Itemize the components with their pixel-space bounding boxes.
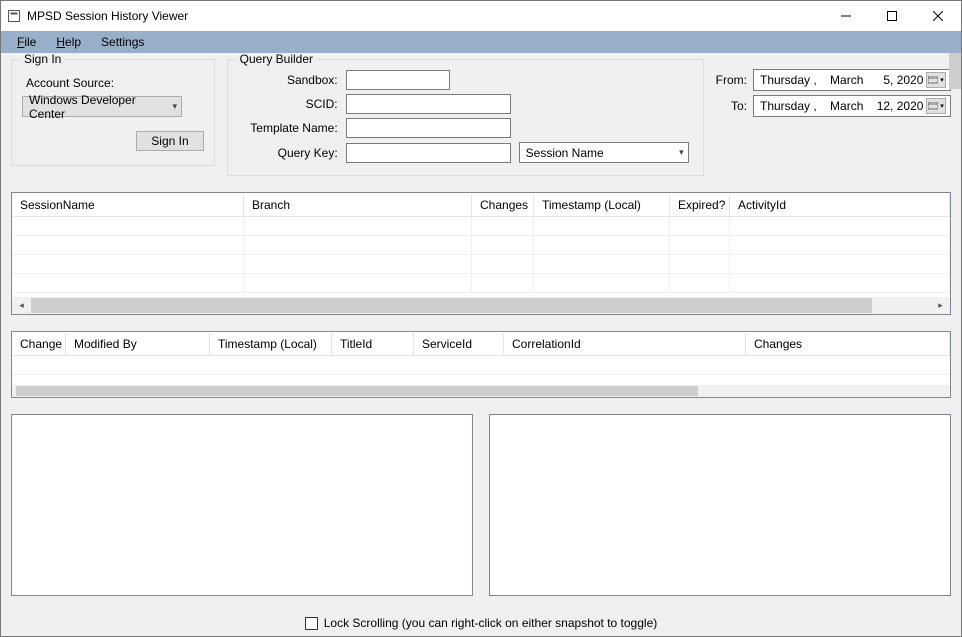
menubar: File Help Settings <box>1 31 961 53</box>
template-input[interactable] <box>346 118 511 138</box>
col2-modifiedby[interactable]: Modified By <box>66 333 210 355</box>
menu-help-rest: elp <box>65 35 81 49</box>
scid-input[interactable] <box>346 94 511 114</box>
querybuilder-group: Query Builder Sandbox: SCID: Template Na… <box>227 59 704 176</box>
sessions-grid-body <box>12 217 950 297</box>
table-row[interactable] <box>12 255 950 274</box>
maximize-button[interactable] <box>869 1 915 31</box>
scroll-left-icon[interactable]: ◂ <box>14 298 29 313</box>
minimize-button[interactable] <box>823 1 869 31</box>
from-date-value: Thursday , March 5, 2020 <box>760 73 923 87</box>
col-changes[interactable]: Changes <box>472 194 534 216</box>
signin-button[interactable]: Sign In <box>136 131 203 151</box>
sandbox-input[interactable] <box>346 70 450 90</box>
to-label: To: <box>731 99 747 113</box>
table-row[interactable] <box>12 356 950 375</box>
changes-grid-hscroll[interactable] <box>12 385 950 397</box>
template-label: Template Name: <box>242 121 338 135</box>
lock-scrolling-label: Lock Scrolling (you can right-click on e… <box>324 616 658 630</box>
signin-button-label: Sign In <box>151 134 188 148</box>
table-row[interactable] <box>12 274 950 293</box>
footer: Lock Scrolling (you can right-click on e… <box>11 612 951 632</box>
table-row[interactable] <box>12 236 950 255</box>
table-row[interactable] <box>12 217 950 236</box>
app-icon <box>7 9 21 23</box>
menu-file-rest: ile <box>24 35 36 49</box>
querykey-label: Query Key: <box>242 146 338 160</box>
scid-label: SCID: <box>242 97 338 111</box>
lock-scrolling-checkbox[interactable] <box>305 617 318 630</box>
col-timestamp[interactable]: Timestamp (Local) <box>534 194 670 216</box>
querykey-type-value: Session Name <box>526 146 604 160</box>
account-source-value: Windows Developer Center <box>29 93 164 121</box>
snapshot-right[interactable] <box>489 414 951 596</box>
changes-grid-header: Change Modified By Timestamp (Local) Tit… <box>12 332 950 356</box>
to-datepicker[interactable]: Thursday , March 12, 2020 ▾ <box>753 95 951 117</box>
menu-settings[interactable]: Settings <box>91 33 154 51</box>
close-button[interactable] <box>915 1 961 31</box>
col2-serviceid[interactable]: ServiceId <box>414 333 504 355</box>
querykey-input[interactable] <box>346 143 511 163</box>
scroll-thumb[interactable] <box>16 386 698 396</box>
col2-timestamp[interactable]: Timestamp (Local) <box>210 333 332 355</box>
date-range: From: Thursday , March 5, 2020 ▾ To: Thu… <box>716 59 951 117</box>
menu-settings-label: Settings <box>101 35 144 49</box>
content-scrollbar-thumb[interactable] <box>949 53 961 89</box>
col2-titleid[interactable]: TitleId <box>332 333 414 355</box>
col-expired[interactable]: Expired? <box>670 194 730 216</box>
content: Sign In Account Source: Windows Develope… <box>1 53 961 636</box>
sessions-grid-hscroll[interactable]: ◂ ▸ <box>12 297 950 314</box>
col2-changes[interactable]: Changes <box>746 333 950 355</box>
querybuilder-legend: Query Builder <box>236 53 317 66</box>
from-datepicker[interactable]: Thursday , March 5, 2020 ▾ <box>753 69 951 91</box>
chevron-down-icon: ▾ <box>172 101 177 112</box>
col-activityid[interactable]: ActivityId <box>730 194 950 216</box>
menu-file[interactable]: File <box>7 33 46 51</box>
calendar-dropdown-icon: ▾ <box>926 72 946 88</box>
chevron-down-icon: ▾ <box>679 147 684 158</box>
to-date-value: Thursday , March 12, 2020 <box>760 99 923 113</box>
account-source-select[interactable]: Windows Developer Center ▾ <box>22 96 182 117</box>
window: MPSD Session History Viewer File Help Se… <box>0 0 962 637</box>
from-label: From: <box>716 73 747 87</box>
querykey-type-select[interactable]: Session Name ▾ <box>519 142 689 163</box>
menu-help[interactable]: Help <box>46 33 91 51</box>
titlebar: MPSD Session History Viewer <box>1 1 961 31</box>
col-branch[interactable]: Branch <box>244 194 472 216</box>
changes-grid-body <box>12 356 950 385</box>
signin-legend: Sign In <box>20 53 65 66</box>
sessions-grid-header: SessionName Branch Changes Timestamp (Lo… <box>12 193 950 217</box>
calendar-dropdown-icon: ▾ <box>926 98 946 114</box>
sandbox-label: Sandbox: <box>242 73 338 87</box>
sessions-grid[interactable]: SessionName Branch Changes Timestamp (Lo… <box>11 192 951 315</box>
changes-grid[interactable]: Change Modified By Timestamp (Local) Tit… <box>11 331 951 398</box>
snapshot-left[interactable] <box>11 414 473 596</box>
account-source-label: Account Source: <box>26 76 204 90</box>
signin-group: Sign In Account Source: Windows Develope… <box>11 59 215 166</box>
window-title: MPSD Session History Viewer <box>27 9 188 23</box>
col2-correlationid[interactable]: CorrelationId <box>504 333 746 355</box>
scroll-right-icon[interactable]: ▸ <box>933 298 948 313</box>
snapshots-row <box>11 414 951 596</box>
col-sessionname[interactable]: SessionName <box>12 194 244 216</box>
scroll-thumb[interactable] <box>31 298 872 313</box>
col2-change[interactable]: Change <box>12 333 66 355</box>
